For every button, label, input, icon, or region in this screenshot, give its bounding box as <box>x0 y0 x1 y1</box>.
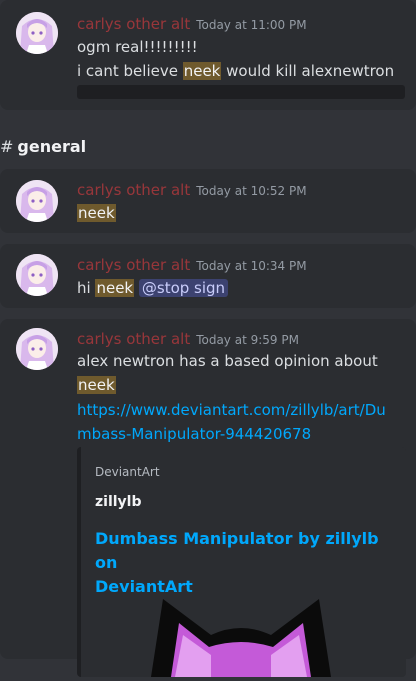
channel-heading[interactable]: # general <box>0 137 86 156</box>
timestamp: Today at 11:00 PM <box>196 18 307 32</box>
spoiler-block[interactable] <box>77 85 405 99</box>
embed-title-line[interactable]: Dumbass Manipulator by zillylb on <box>95 527 385 575</box>
message-header: carlys other alt Today at 10:34 PM <box>77 255 307 274</box>
avatar[interactable] <box>16 12 58 54</box>
avatar[interactable] <box>16 180 58 222</box>
message-text: neek <box>77 202 116 224</box>
message-card: carlys other alt Today at 10:34 PM hi nee… <box>0 244 416 308</box>
message-link[interactable]: mbass-Manipulator-944420678 <box>77 423 311 445</box>
message-header: carlys other alt Today at 11:00 PM <box>77 14 307 33</box>
channel-name: general <box>17 137 87 156</box>
link-embed: DeviantArt zillylb Dumbass Manipulator b… <box>77 447 406 677</box>
embed-author[interactable]: zillylb <box>95 494 142 510</box>
anime-avatar-icon <box>16 180 58 222</box>
author-name[interactable]: carlys other alt <box>77 15 190 33</box>
link-line[interactable]: mbass-Manipulator-944420678 <box>77 425 311 443</box>
author-name[interactable]: carlys other alt <box>77 256 190 274</box>
message-card: carlys other alt Today at 11:00 PM ogm re… <box>0 0 416 110</box>
purple-creature-art <box>151 599 331 677</box>
message-header: carlys other alt Today at 9:59 PM <box>77 329 299 348</box>
avatar[interactable] <box>16 254 58 296</box>
link-line[interactable]: https://www.deviantart.com/zillylb/art/D… <box>77 401 386 419</box>
avatar[interactable] <box>16 328 58 370</box>
message-text: ogm real!!!!!!!!! <box>77 36 198 58</box>
user-mention[interactable]: @stop sign <box>138 279 229 297</box>
message-line: alex newtron has a based opinion about <box>77 352 378 370</box>
anime-avatar-icon <box>16 12 58 54</box>
search-highlight: neek <box>77 204 116 222</box>
message-link[interactable]: https://www.deviantart.com/zillylb/art/D… <box>77 399 386 421</box>
message-text: hi neek @stop sign <box>77 277 229 299</box>
message-line: i cant believe <box>77 62 183 80</box>
message-header: carlys other alt Today at 10:52 PM <box>77 180 307 199</box>
timestamp: Today at 10:52 PM <box>196 184 307 198</box>
search-highlight: neek <box>77 376 116 394</box>
hash-icon: # <box>0 137 14 156</box>
embed-image[interactable] <box>141 587 341 677</box>
message-text: i cant believe neek would kill alexnewtr… <box>77 60 394 82</box>
message-line: would kill alexnewtron <box>221 62 395 80</box>
anime-avatar-icon <box>16 254 58 296</box>
timestamp: Today at 10:34 PM <box>196 259 307 273</box>
message-card: carlys other alt Today at 10:52 PM neek <box>0 169 416 233</box>
author-name[interactable]: carlys other alt <box>77 181 190 199</box>
anime-avatar-icon <box>16 328 58 370</box>
search-highlight: neek <box>95 279 135 297</box>
message-line: ogm real!!!!!!!!! <box>77 38 198 56</box>
embed-provider[interactable]: DeviantArt <box>95 465 160 479</box>
search-highlight: neek <box>182 62 222 80</box>
timestamp: Today at 9:59 PM <box>196 333 299 347</box>
message-text: alex newtron has a based opinion about <box>77 350 378 372</box>
message-text: neek <box>77 374 116 396</box>
author-name[interactable]: carlys other alt <box>77 330 190 348</box>
message-line: hi <box>77 279 96 297</box>
